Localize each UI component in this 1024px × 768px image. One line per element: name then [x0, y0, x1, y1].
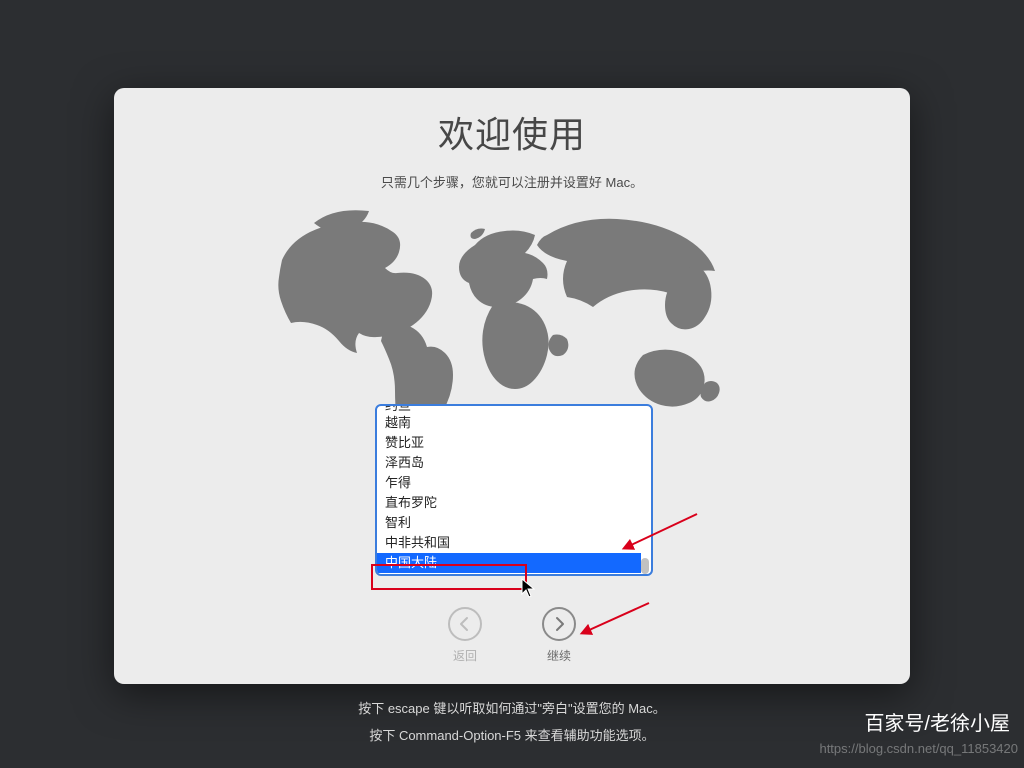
list-item-selected[interactable]: 中国大陆	[377, 553, 641, 573]
watermark-brand: 百家号/老徐小屋	[864, 707, 1010, 736]
back-button-label: 返回	[453, 647, 477, 664]
arrow-right-icon	[542, 607, 576, 641]
list-item[interactable]: 直布罗陀	[377, 493, 641, 513]
country-listbox[interactable]: 约旦 越南 赞比亚 泽西岛 乍得 直布罗陀 智利 中非共和国 中国大陆	[375, 404, 653, 576]
world-map-image	[267, 205, 757, 415]
continue-button-label: 继续	[547, 647, 571, 664]
back-button: 返回	[448, 607, 482, 664]
country-list-items: 约旦 越南 赞比亚 泽西岛 乍得 直布罗陀 智利 中非共和国 中国大陆	[377, 406, 641, 574]
scrollbar-thumb[interactable]	[641, 558, 649, 574]
page-subtitle: 只需几个步骤，您就可以注册并设置好 Mac。	[114, 172, 910, 191]
list-item[interactable]: 约旦	[377, 406, 641, 413]
list-item[interactable]: 越南	[377, 413, 641, 433]
list-item[interactable]: 乍得	[377, 473, 641, 493]
continue-button[interactable]: 继续	[542, 607, 576, 664]
list-item[interactable]: 智利	[377, 513, 641, 533]
scrollbar-track[interactable]	[641, 408, 649, 572]
list-item[interactable]: 中非共和国	[377, 533, 641, 553]
list-item[interactable]: 泽西岛	[377, 453, 641, 473]
mouse-cursor-icon	[521, 578, 535, 598]
page-title: 欢迎使用	[114, 106, 910, 158]
watermark-url: https://blog.csdn.net/qq_11853420	[819, 741, 1018, 756]
nav-row: 返回 继续	[114, 607, 910, 664]
arrow-left-icon	[448, 607, 482, 641]
list-item[interactable]: 赞比亚	[377, 433, 641, 453]
setup-assistant-panel: 欢迎使用 只需几个步骤，您就可以注册并设置好 Mac。 约旦 越南 赞比亚	[114, 88, 910, 684]
